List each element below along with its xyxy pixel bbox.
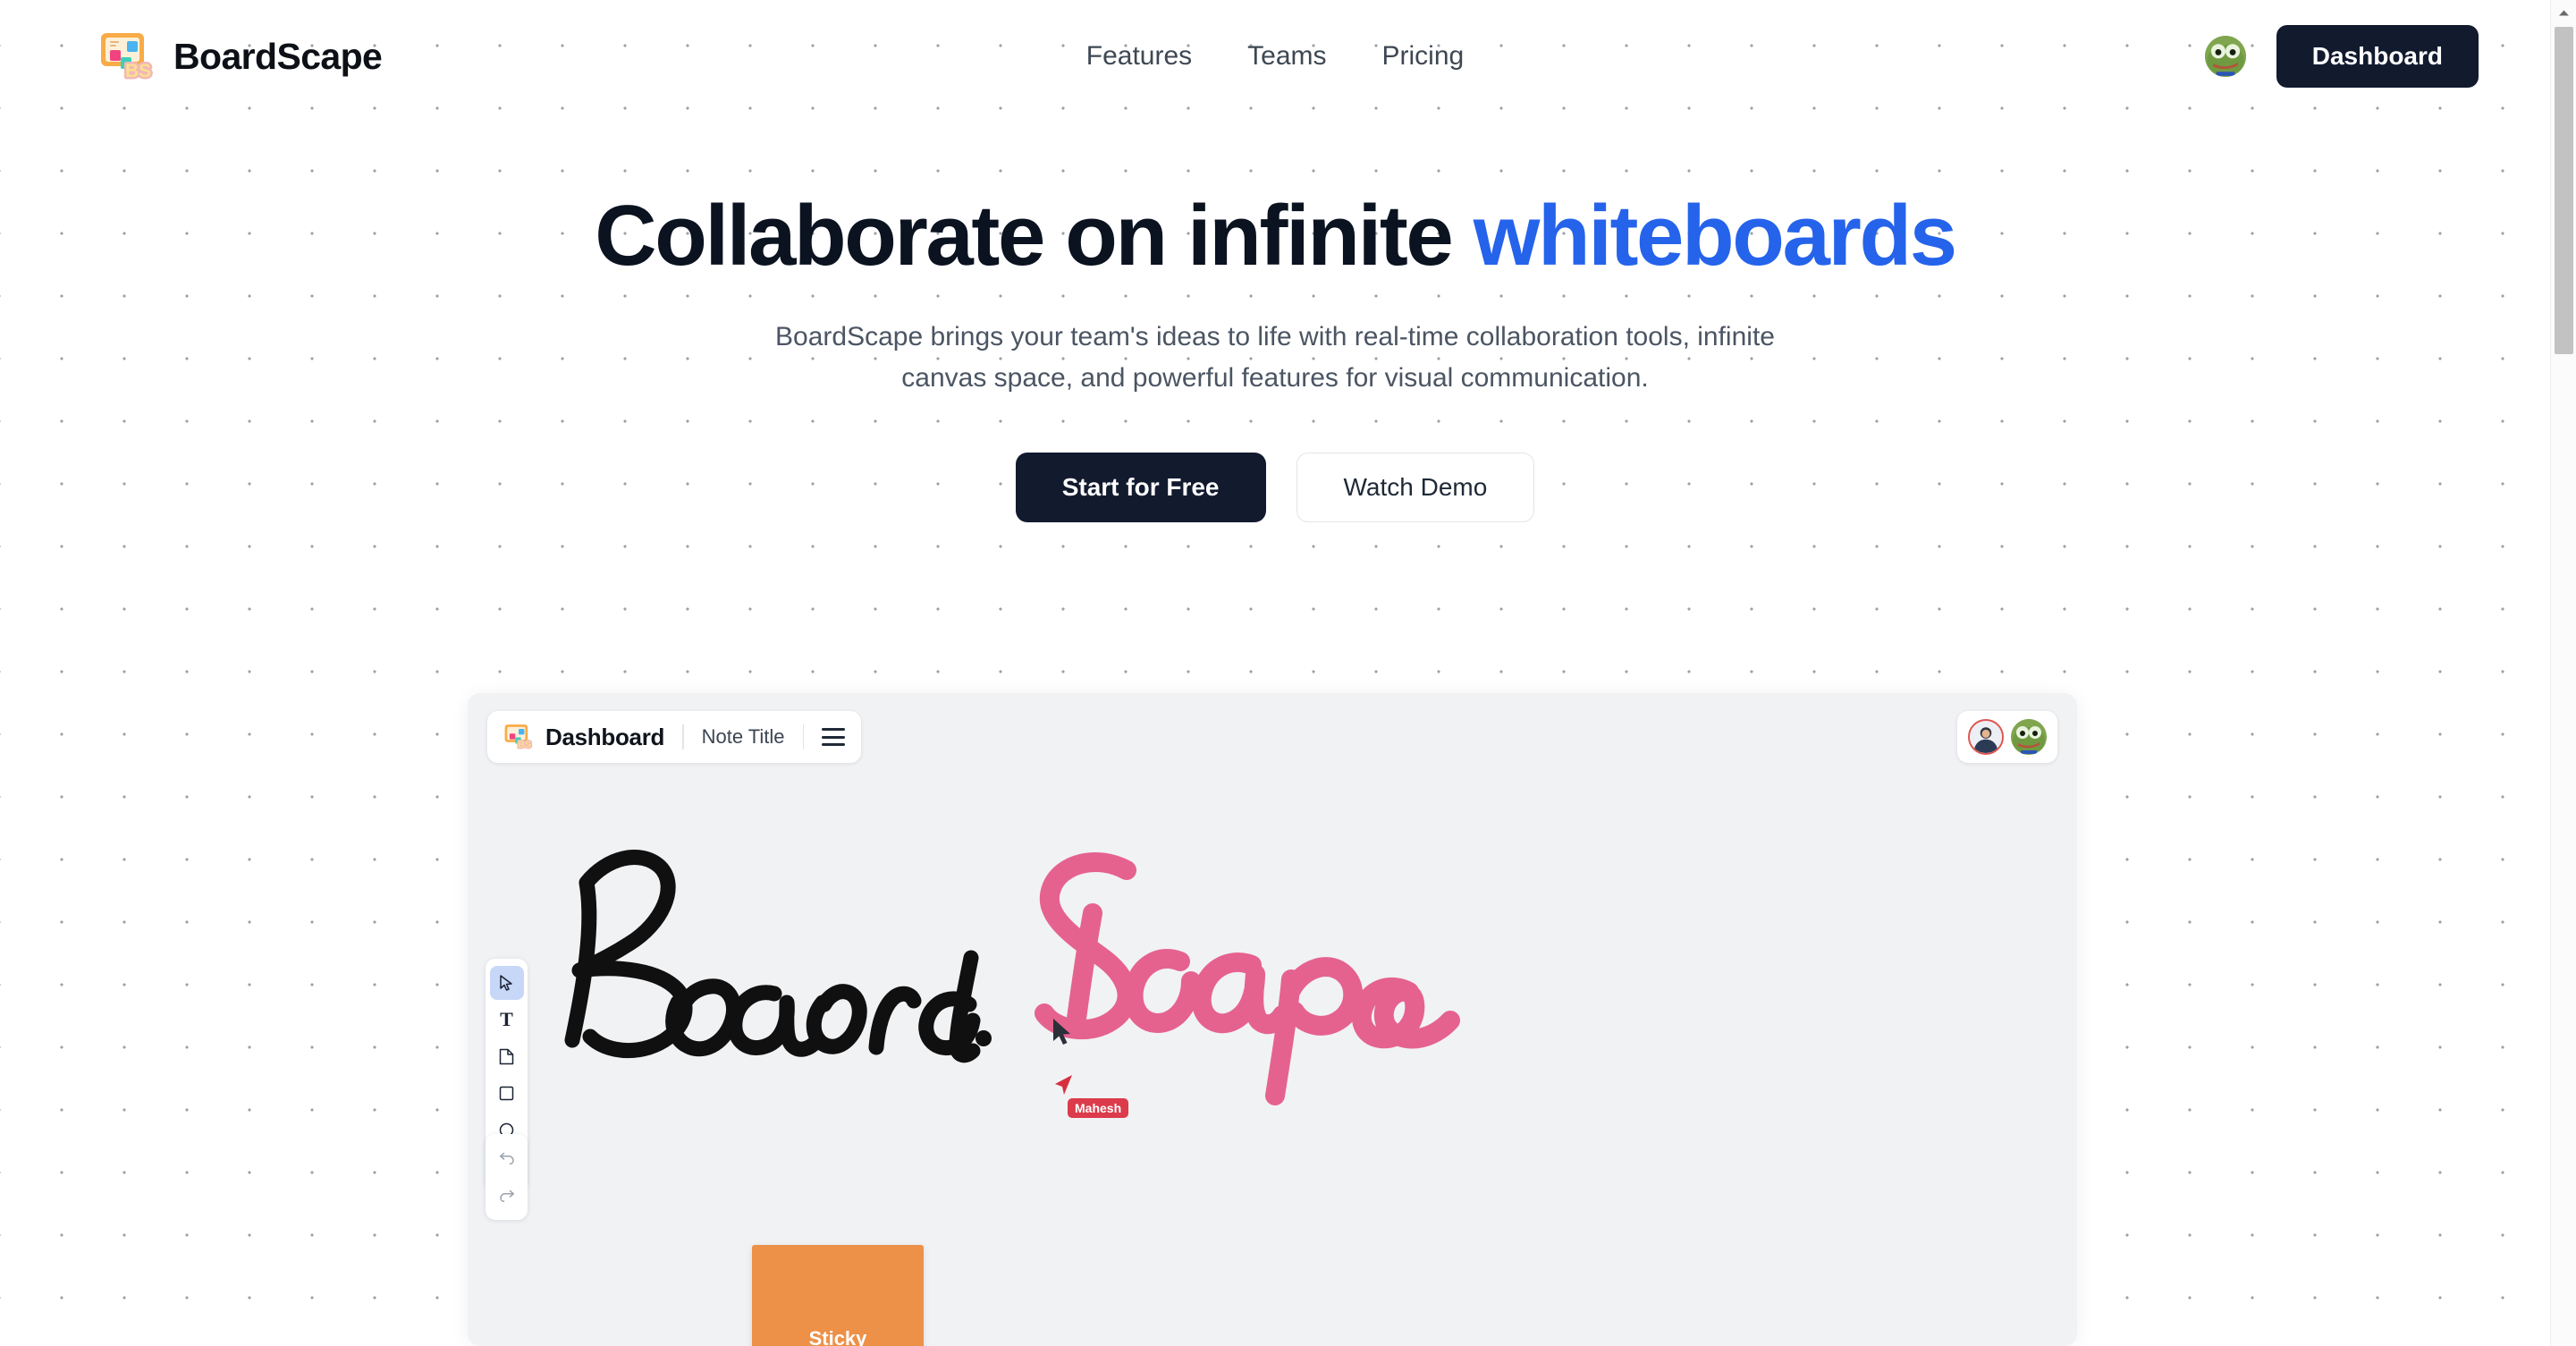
remote-collaborator-cursor: Mahesh	[1053, 1073, 1129, 1118]
sticky-note-text: Sticky	[808, 1327, 867, 1346]
text-icon: T	[500, 1008, 513, 1030]
landing-page: BS BS BoardScape Features Teams Pricing	[0, 0, 2550, 1346]
tool-text[interactable]: T	[490, 1003, 524, 1037]
scrollbar-thumb[interactable]	[2555, 27, 2573, 354]
handwriting-drawing	[564, 850, 1460, 1105]
collaborator-avatars	[1957, 711, 2057, 763]
main-nav: Features Teams Pricing	[0, 41, 2550, 72]
watch-demo-button[interactable]: Watch Demo	[1296, 452, 1535, 522]
handwriting-scape-stroke	[1035, 851, 1460, 1105]
person-avatar-icon[interactable]	[1968, 719, 2004, 755]
whiteboard-title: Dashboard	[545, 723, 665, 750]
chevron-up-icon[interactable]	[2551, 0, 2576, 25]
nav-link-features[interactable]: Features	[1086, 41, 1192, 72]
svg-text:BS: BS	[125, 61, 151, 81]
header-actions: Dashboard	[2204, 25, 2479, 88]
start-for-free-button[interactable]: Start for Free	[1015, 452, 1266, 522]
page-scrollbar[interactable]	[2550, 0, 2576, 1346]
tool-rectangle[interactable]	[490, 1076, 524, 1110]
note-title[interactable]: Note Title	[702, 725, 785, 749]
appbar-divider	[802, 724, 805, 749]
boardscape-logo-icon: BS BS	[101, 33, 154, 81]
hero-title-accent: whiteboards	[1473, 188, 1957, 284]
nav-link-pricing[interactable]: Pricing	[1382, 41, 1465, 72]
site-header: BS BS BoardScape Features Teams Pricing	[0, 0, 2550, 113]
whiteboard-canvas[interactable]: Mahesh Sticky	[468, 693, 2077, 1346]
cursor-select-icon	[499, 975, 512, 991]
brand-name: BoardScape	[173, 35, 383, 77]
tool-note[interactable]	[490, 1039, 524, 1073]
boardscape-logo-icon: BS BS	[504, 724, 533, 750]
page-title: Collaborate on infinite whiteboards	[0, 188, 2550, 284]
frog-avatar-icon[interactable]	[2204, 36, 2246, 77]
whiteboard-preview: Mahesh Sticky BS BS Dashboard Note Title	[468, 693, 2077, 1346]
appbar-divider	[682, 724, 684, 749]
square-icon	[499, 1086, 514, 1100]
hero-title-lead: Collaborate on infinite	[595, 188, 1474, 284]
undo-arrow-icon	[499, 1152, 514, 1165]
handwriting-board-stroke	[564, 850, 981, 1063]
local-cursor-icon	[1053, 1019, 1070, 1045]
sticky-note[interactable]: Sticky	[752, 1245, 924, 1346]
sticky-note-icon	[499, 1048, 514, 1064]
redo-arrow-icon	[499, 1189, 514, 1203]
remote-cursor-label: Mahesh	[1068, 1098, 1129, 1118]
handwriting-dot	[976, 1030, 992, 1046]
dashboard-button[interactable]: Dashboard	[2276, 25, 2479, 88]
hero-actions: Start for Free Watch Demo	[0, 452, 2550, 522]
hamburger-menu-icon[interactable]	[822, 728, 846, 746]
svg-text:BS: BS	[518, 740, 532, 750]
frog-avatar-icon[interactable]	[2011, 719, 2047, 755]
remote-cursor-icon	[1055, 1075, 1072, 1095]
redo-button[interactable]	[490, 1179, 524, 1213]
whiteboard-history-toolbar	[486, 1134, 528, 1220]
hero-subtitle: BoardScape brings your team's ideas to l…	[775, 321, 1775, 393]
undo-button[interactable]	[490, 1141, 524, 1175]
whiteboard-appbar: BS BS Dashboard Note Title	[487, 711, 862, 763]
tool-select[interactable]	[489, 966, 524, 1000]
brand[interactable]: BS BS BoardScape	[98, 31, 383, 81]
nav-link-teams[interactable]: Teams	[1247, 41, 1326, 72]
hero-section: Collaborate on infinite whiteboards Boar…	[0, 113, 2550, 522]
